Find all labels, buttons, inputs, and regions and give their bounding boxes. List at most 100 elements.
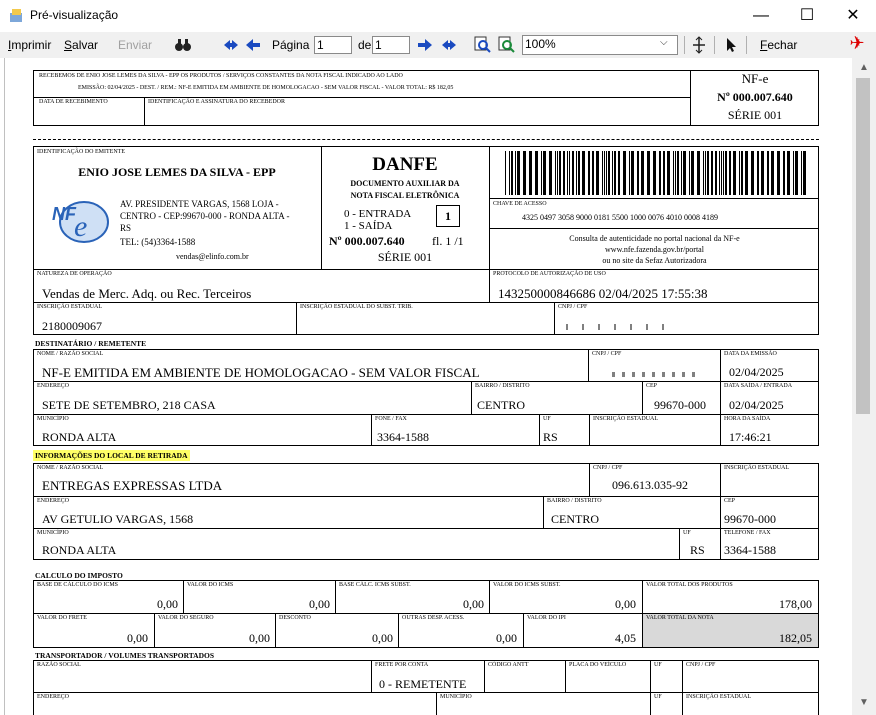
first-page-icon[interactable] (222, 36, 240, 54)
ie-subst-label: INSCRIÇÃO ESTADUAL DO SUBST. TRIB. (300, 304, 413, 310)
pickup-city: RONDA ALTA (42, 543, 117, 557)
exit-time-label: HORA DA SAÍDA (724, 416, 771, 422)
freight-value: 0,00 (127, 631, 148, 645)
discount-label: DESCONTO (279, 615, 311, 621)
recipient-ie-label: INSCRIÇÃO ESTADUAL (593, 416, 659, 422)
page-edge (4, 58, 5, 715)
insurance-value: 0,00 (249, 631, 270, 645)
pickup-district-label: BAIRRO / DISTRITO (547, 498, 602, 504)
barcode-bar (725, 151, 727, 195)
barcode-bar (795, 151, 798, 195)
preview-area: RECEBEMOS DE ENIO JOSE LEMES DA SILVA - … (0, 58, 852, 715)
carrier-address-label: ENDEREÇO (37, 694, 69, 700)
barcode-bar (729, 151, 731, 195)
save-button[interactable]: Salvar (64, 38, 98, 52)
barcode-bar (631, 151, 634, 195)
freight-by-label: FRETE POR CONTA (375, 662, 429, 668)
barcode-bar (576, 151, 577, 195)
consult-line1: Consulta de autenticidade no portal naci… (569, 234, 740, 243)
app-icon (10, 9, 22, 22)
protocol-label: PROTOCOLO DE AUTORIZAÇÃO DE USO (493, 271, 606, 277)
zoom-out-icon[interactable] (498, 36, 516, 54)
barcode-bar (572, 151, 574, 195)
previous-page-icon[interactable] (244, 36, 262, 54)
divider-line (33, 414, 819, 415)
barcode-bar (761, 151, 764, 195)
scroll-up-icon[interactable]: ▲ (852, 62, 876, 78)
pointer-icon[interactable] (722, 36, 740, 54)
zoom-select[interactable]: 100% (522, 35, 678, 55)
recipient-city-label: MUNICÍPIO (37, 416, 69, 422)
divider-line (371, 414, 372, 446)
zoom-value: 100% (525, 37, 556, 51)
divider-line (33, 496, 819, 497)
barcode-bar (659, 151, 661, 195)
recipient-address: SETE DE SETEMBRO, 218 CASA (42, 398, 216, 412)
divider-line (33, 528, 819, 529)
fit-page-icon[interactable] (690, 36, 708, 54)
save-label: alvar (72, 38, 99, 52)
scroll-down-icon[interactable]: ▼ (852, 697, 876, 713)
note-total-value: 182,05 (779, 631, 812, 645)
pickup-address-label: ENDEREÇO (37, 498, 69, 504)
divider-line (543, 496, 544, 528)
close-preview-button[interactable]: Fechar (760, 38, 797, 52)
carrier-city-label: MUNICÍPIO (440, 694, 472, 700)
divider-line (484, 660, 485, 692)
barcode-bar (675, 151, 676, 195)
barcode-bar (801, 151, 802, 195)
barcode-bar (541, 151, 542, 195)
recipient-name-label: NOME / RAZÃO SOCIAL (37, 351, 104, 357)
divider-line (489, 198, 819, 199)
barcode-bar (623, 151, 626, 195)
divider-line (33, 613, 819, 614)
barcode-bar (705, 151, 706, 195)
pickup-cnpj-label: CNPJ / CPF (593, 465, 623, 471)
barcode-bar (751, 151, 754, 195)
zoom-in-icon[interactable] (474, 36, 492, 54)
binoculars-icon[interactable] (174, 36, 192, 54)
recipient-city: RONDA ALTA (42, 430, 117, 444)
recipient-name: NF-E EMITIDA EM AMBIENTE DE HOMOLOGACAO … (42, 365, 480, 380)
barcode-bar (529, 151, 532, 195)
scrollbar-thumb[interactable] (856, 78, 870, 414)
receipt-series: SÉRIE 001 (727, 108, 783, 122)
ie-cnpj-label: CNPJ / CPF (558, 304, 588, 310)
maximize-button[interactable]: ☐ (784, 0, 830, 32)
protocol-value: 143250000846686 02/04/2025 17:55:38 (498, 286, 708, 301)
chevron-down-icon[interactable]: ⌵ (660, 37, 668, 48)
send-button[interactable]: Enviar (118, 38, 152, 52)
nature-label: NATUREZA DE OPERAÇÃO (37, 271, 112, 277)
products-total-value: 178,00 (779, 597, 812, 611)
barcode-bar (505, 151, 506, 195)
print-button[interactable]: Imprimir (8, 38, 51, 52)
pickup-district: CENTRO (551, 512, 599, 526)
danfe-title: DANFE (372, 154, 438, 175)
recipient-phone: 3364-1588 (377, 430, 429, 444)
issuer-label: IDENTIFICAÇÃO DO EMITENTE (37, 149, 125, 155)
divider-line (589, 463, 590, 496)
window-title: Pré-visualização (30, 8, 119, 22)
recipient-district: CENTRO (477, 398, 525, 412)
barcode-bar (641, 151, 644, 195)
exit-time-value: 17:46:21 (729, 430, 772, 444)
base-icms-label: BASE DE CÁLCULO DO ICMS (37, 582, 119, 588)
barcode-bar (604, 151, 605, 195)
page-of-label: de (358, 38, 372, 52)
other-expenses-value: 0,00 (496, 631, 517, 645)
carrier-ie-label: INSCRIÇÃO ESTADUAL (686, 694, 752, 700)
page-input[interactable]: 1 (314, 36, 352, 54)
divider-line (144, 97, 145, 126)
pickup-ie-label: INSCRIÇÃO ESTADUAL (724, 465, 790, 471)
pickup-name: ENTREGAS EXPRESSAS LTDA (42, 478, 223, 493)
barcode-bar (663, 151, 665, 195)
divider-line (33, 381, 819, 382)
next-page-icon[interactable] (416, 36, 434, 54)
receipt-date-label: DATA DE RECEBIMENTO (39, 99, 108, 105)
recipient-cnpj-label: CNPJ / CPF (592, 351, 622, 357)
close-window-button[interactable]: ✕ (830, 0, 876, 32)
pickup-name-label: NOME / RAZÃO SOCIAL (37, 465, 104, 471)
transport-section: TRANSPORTADOR / VOLUMES TRANSPORTADOS (35, 651, 215, 660)
last-page-icon[interactable] (440, 36, 458, 54)
minimize-button[interactable]: — (738, 0, 784, 32)
